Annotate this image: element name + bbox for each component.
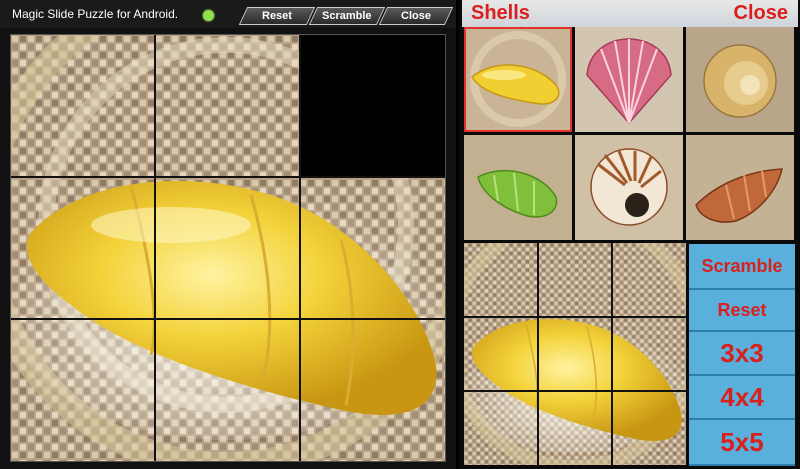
- panel-header: Shells Close: [462, 0, 798, 27]
- puzzle-board[interactable]: [10, 34, 446, 462]
- panel-close-button[interactable]: Close: [734, 2, 788, 25]
- app-title: Magic Slide Puzzle for Android.: [12, 7, 179, 21]
- grid-line: [11, 176, 445, 178]
- thumb-pink-scallop-shell[interactable]: [575, 27, 683, 132]
- preview-grid-line: [611, 243, 613, 465]
- grid-line: [299, 35, 301, 461]
- grid-line: [154, 35, 156, 461]
- preview-grid-line: [464, 390, 686, 392]
- size-3x3-button[interactable]: 3x3: [689, 332, 795, 376]
- empty-tile-slot[interactable]: [301, 35, 445, 177]
- thumb-conch-shell[interactable]: [686, 135, 794, 240]
- thumb-moon-shell[interactable]: [686, 27, 794, 132]
- puzzle-window: Magic Slide Puzzle for Android. Reset Sc…: [0, 0, 456, 469]
- scallop-shell-icon: [575, 27, 683, 132]
- nautilus-shell-icon: [575, 135, 683, 240]
- grid-line: [11, 318, 445, 320]
- panel-title: Shells: [471, 2, 530, 24]
- size-4x4-button[interactable]: 4x4: [689, 376, 795, 420]
- thumb-green-snail-shell[interactable]: [464, 135, 572, 240]
- close-button-label: Close: [401, 10, 431, 22]
- panel-reset-button[interactable]: Reset: [689, 290, 795, 332]
- yellow-shell-icon: [464, 27, 572, 132]
- reset-button-label: Reset: [262, 10, 292, 22]
- preview-image: [464, 243, 686, 465]
- green-snail-shell-icon: [464, 135, 572, 240]
- size-5x5-button[interactable]: 5x5: [689, 420, 795, 466]
- moon-shell-icon: [686, 27, 794, 132]
- preview-grid-line: [537, 243, 539, 465]
- thumb-yellow-shell[interactable]: [464, 27, 572, 132]
- thumb-nautilus-shell[interactable]: [575, 135, 683, 240]
- conch-shell-icon: [686, 135, 794, 240]
- preview-grid-line: [464, 316, 686, 318]
- scramble-button[interactable]: Scramble: [308, 7, 386, 25]
- close-button[interactable]: Close: [378, 7, 454, 25]
- scramble-button-label: Scramble: [322, 10, 372, 22]
- solution-preview: [464, 243, 686, 465]
- panel-scramble-button[interactable]: Scramble: [689, 244, 795, 290]
- title-bar: Magic Slide Puzzle for Android. Reset Sc…: [0, 0, 456, 28]
- reset-button[interactable]: Reset: [238, 7, 316, 25]
- status-indicator-icon: [203, 10, 214, 21]
